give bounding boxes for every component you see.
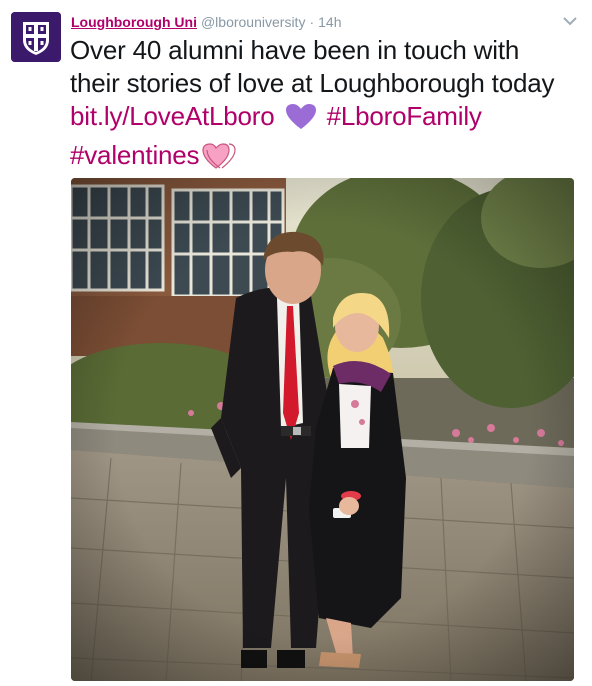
hashtag-lborofamily[interactable]: #LboroFamily bbox=[327, 101, 482, 131]
account-handle[interactable]: @lborouniversity bbox=[201, 14, 305, 30]
tweet-header: Loughborough Uni @lborouniversity · 14h bbox=[71, 13, 341, 31]
tweet-text-line-3: bit.ly/LoveAtLboro #LboroFamily bbox=[70, 100, 585, 139]
couple-graduation-photo bbox=[71, 178, 574, 681]
tweet-timestamp[interactable]: 14h bbox=[318, 14, 341, 30]
separator-dot: · bbox=[309, 14, 315, 30]
tweet-card[interactable]: Loughborough Uni @lborouniversity · 14h Ove… bbox=[0, 0, 592, 686]
purple-heart-emoji bbox=[285, 103, 317, 139]
tweet-link[interactable]: bit.ly/LoveAtLboro bbox=[70, 101, 275, 131]
tweet-text-line-4: #valentines bbox=[70, 139, 585, 178]
university-crest-icon bbox=[11, 12, 61, 62]
tweet-text-line-2: their stories of love at Loughborough to… bbox=[70, 68, 555, 98]
chevron-down-icon[interactable] bbox=[562, 14, 578, 26]
tweet-text: Over 40 alumni have been in touch with t… bbox=[70, 34, 585, 178]
avatar[interactable] bbox=[11, 12, 61, 62]
pink-heart-emoji bbox=[202, 142, 236, 178]
hashtag-valentines[interactable]: #valentines bbox=[70, 140, 200, 170]
account-name[interactable]: Loughborough Uni bbox=[71, 14, 197, 30]
tweet-text-line-1: Over 40 alumni have been in touch with bbox=[70, 35, 520, 65]
tweet-photo[interactable] bbox=[71, 178, 574, 681]
